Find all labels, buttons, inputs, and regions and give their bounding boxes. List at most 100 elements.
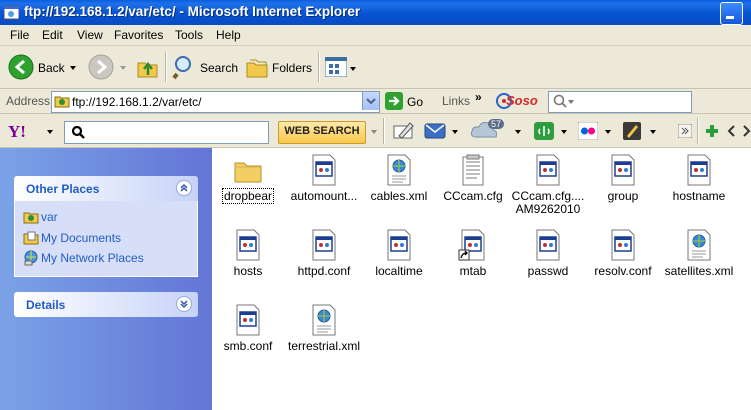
yahoo-logo-text: Y! xyxy=(8,122,26,141)
back-dropdown-icon[interactable] xyxy=(70,66,76,70)
file-item-group[interactable]: group xyxy=(583,150,663,220)
search-icon xyxy=(553,94,567,108)
file-item-hosts[interactable]: hosts xyxy=(208,225,288,295)
notepad-dropdown-icon[interactable] xyxy=(650,130,656,134)
signal-icon[interactable] xyxy=(534,122,554,140)
scroll-left-icon[interactable] xyxy=(727,125,735,137)
address-dropdown[interactable] xyxy=(362,92,379,110)
chevron-down-icon xyxy=(180,300,188,308)
search-icon xyxy=(172,56,191,80)
chevron-more-icon[interactable]: » xyxy=(475,90,482,104)
up-folder-icon[interactable] xyxy=(136,55,160,79)
address-input[interactable]: ftp://192.168.1.2/var/etc/ xyxy=(51,91,380,113)
menu-help[interactable]: Help xyxy=(216,28,241,42)
menu-favorites[interactable]: Favorites xyxy=(114,28,163,42)
other-places-body: var My Documents My Network Places xyxy=(14,201,198,277)
weather-badge: 57 xyxy=(488,119,505,129)
file-item-smb-conf[interactable]: smb.conf xyxy=(208,300,288,370)
weather-button[interactable]: 57 xyxy=(470,119,510,143)
flickr-icon[interactable] xyxy=(578,122,598,140)
mail-dropdown-icon[interactable] xyxy=(452,130,458,134)
go-label: Go xyxy=(407,95,424,109)
collapse-button[interactable] xyxy=(176,180,192,196)
menu-bar: File Edit View Favorites Tools Help xyxy=(0,25,751,46)
standard-toolbar: Back Search Folders xyxy=(0,46,751,89)
file-name: satellites.xml xyxy=(664,264,734,278)
file-item-dropbear[interactable]: dropbear xyxy=(208,150,288,220)
soso-search-input[interactable] xyxy=(548,91,692,113)
file-item-automount[interactable]: automount... xyxy=(284,150,364,220)
file-item-cccam-cfg-backup[interactable]: CCcam.cfg.... AM9262010 xyxy=(508,150,588,220)
scroll-right-icon[interactable] xyxy=(743,125,751,137)
links-label[interactable]: Links xyxy=(442,94,470,108)
file-name: httpd.conf xyxy=(297,264,351,278)
notepad-icon[interactable] xyxy=(622,121,642,141)
flickr-dropdown-icon[interactable] xyxy=(605,130,611,134)
file-doc-icon xyxy=(536,229,560,261)
search-engine-dropdown-icon[interactable] xyxy=(568,100,574,104)
more-buttons-icon[interactable] xyxy=(678,124,692,138)
yahoo-toolbar: Y! WEB SEARCH 57 xyxy=(0,114,751,148)
file-item-cccam-cfg[interactable]: CCcam.cfg xyxy=(433,150,513,220)
network-places-icon xyxy=(24,250,38,266)
yahoo-logo[interactable]: Y! xyxy=(8,122,40,142)
file-item-resolv-conf[interactable]: resolv.conf xyxy=(583,225,663,295)
title-bar[interactable]: ftp://192.168.1.2/var/etc/ - Microsoft I… xyxy=(0,0,751,25)
yahoo-dropdown-icon[interactable] xyxy=(47,130,53,134)
toolbar-separator xyxy=(165,52,167,82)
file-item-mtab[interactable]: mtab xyxy=(433,225,513,295)
file-doc-icon xyxy=(312,229,336,261)
views-icon[interactable] xyxy=(325,57,347,77)
file-item-terrestrial-xml[interactable]: terrestrial.xml xyxy=(284,300,364,370)
file-name: CCcam.cfg.... AM9262010 xyxy=(511,189,585,216)
forward-arrow-icon[interactable] xyxy=(88,54,114,80)
menu-edit[interactable]: Edit xyxy=(42,28,63,42)
file-item-passwd[interactable]: passwd xyxy=(508,225,588,295)
weather-dropdown-icon[interactable] xyxy=(515,130,521,134)
address-label: Address xyxy=(6,94,51,108)
minimize-button[interactable] xyxy=(720,2,743,25)
chevron-up-icon xyxy=(180,184,188,192)
details-title: Details xyxy=(26,298,66,312)
file-doc-icon xyxy=(312,154,336,186)
expand-button[interactable] xyxy=(176,296,192,312)
my-documents-icon xyxy=(23,231,39,245)
other-places-panel: Other Places var My Documents My Network… xyxy=(14,176,198,277)
web-search-button[interactable]: WEB SEARCH xyxy=(278,121,366,144)
xml-file-icon xyxy=(387,154,411,186)
pencil-icon[interactable] xyxy=(393,121,415,141)
mail-icon[interactable] xyxy=(424,121,446,141)
file-name: group xyxy=(607,189,639,203)
file-item-localtime[interactable]: localtime xyxy=(359,225,439,295)
file-item-satellites-xml[interactable]: satellites.xml xyxy=(659,225,739,295)
yahoo-search-input[interactable] xyxy=(64,121,269,144)
file-item-cables-xml[interactable]: cables.xml xyxy=(359,150,439,220)
toolbar-separator xyxy=(318,52,320,82)
file-name: CCcam.cfg xyxy=(443,189,503,203)
menu-tools[interactable]: Tools xyxy=(175,28,203,42)
file-name: terrestrial.xml xyxy=(287,339,360,353)
file-name: resolv.conf xyxy=(594,264,652,278)
back-arrow-icon xyxy=(8,54,34,80)
forward-dropdown-icon[interactable] xyxy=(120,66,126,70)
file-item-httpd-conf[interactable]: httpd.conf xyxy=(284,225,364,295)
file-name: mtab xyxy=(459,264,487,278)
details-header[interactable]: Details xyxy=(14,292,198,317)
other-places-header[interactable]: Other Places xyxy=(14,176,198,201)
ftp-folder-icon xyxy=(54,96,70,108)
menu-file[interactable]: File xyxy=(10,28,29,42)
views-dropdown-icon[interactable] xyxy=(350,67,356,71)
file-name: localtime xyxy=(375,264,423,278)
web-search-dropdown-icon[interactable] xyxy=(371,130,377,134)
address-bar: Address ftp://192.168.1.2/var/etc/ Go Li… xyxy=(0,89,751,114)
other-places-title: Other Places xyxy=(26,182,100,196)
folders-label: Folders xyxy=(272,61,313,75)
file-name: dropbear xyxy=(221,188,275,204)
menu-view[interactable]: View xyxy=(77,28,103,42)
file-item-hostname[interactable]: hostname xyxy=(659,150,739,220)
folders-icon xyxy=(246,59,268,78)
add-plus-icon[interactable] xyxy=(705,124,719,138)
file-doc-icon xyxy=(611,229,635,261)
file-doc-icon xyxy=(687,154,711,186)
signal-dropdown-icon[interactable] xyxy=(561,130,567,134)
